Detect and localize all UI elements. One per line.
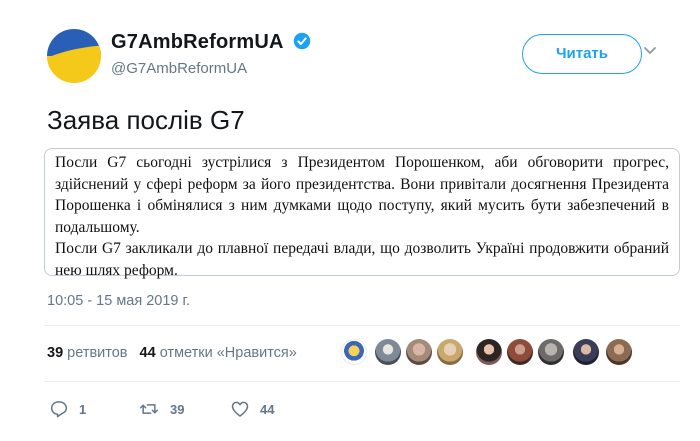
likes-label: отметки «Нравится» (159, 345, 297, 361)
divider (44, 381, 680, 382)
avatar[interactable] (507, 339, 533, 365)
retweets-stat[interactable]: 39 ретвитов (47, 345, 128, 361)
reply-action[interactable]: 1 (49, 398, 86, 420)
statement-paragraph: Посли G7 сьогодні зустрілися з Президент… (55, 154, 669, 236)
tweet-timestamp[interactable]: 10:05 - 15 мая 2019 г. (47, 293, 190, 309)
retweet-action[interactable]: 39 (138, 398, 184, 420)
tweet-header: G7AmbReformUA @G7AmbReformUA Читать (47, 29, 657, 85)
avatar[interactable] (341, 339, 367, 365)
likes-stat[interactable]: 44 отметки «Нравится» (140, 345, 297, 361)
avatar[interactable] (375, 339, 401, 365)
avatar[interactable] (406, 339, 432, 365)
statement-paragraph: Посли G7 закликали до плавної передачі в… (55, 240, 669, 279)
avatar[interactable] (573, 339, 599, 365)
statement-image: Посли G7 сьогодні зустрілися з Президент… (44, 148, 680, 279)
avatar[interactable] (606, 339, 632, 365)
follow-button[interactable]: Читать (522, 34, 642, 74)
reply-count: 1 (79, 401, 87, 417)
like-action[interactable]: 44 (230, 398, 274, 420)
account-names: G7AmbReformUA @G7AmbReformUA (111, 31, 311, 77)
account-handle[interactable]: @G7AmbReformUA (111, 60, 311, 77)
tweet-stats: 39 ретвитов 44 отметки «Нравится» (47, 345, 297, 361)
like-count: 44 (260, 401, 275, 417)
heart-icon[interactable] (230, 399, 250, 419)
likes-count: 44 (139, 345, 156, 361)
avatar[interactable] (538, 339, 564, 365)
verified-badge-icon (293, 32, 311, 50)
divider (44, 325, 680, 326)
retweet-count: 39 (170, 401, 185, 417)
chevron-down-icon[interactable] (643, 46, 657, 56)
tweet-title: Заява послів G7 (47, 105, 245, 135)
avatar[interactable] (476, 339, 502, 365)
retweets-label: ретвитов (67, 345, 128, 361)
avatar[interactable] (47, 29, 101, 83)
retweets-count: 39 (47, 345, 64, 361)
reply-icon[interactable] (49, 399, 69, 419)
avatar[interactable] (437, 339, 463, 365)
display-name[interactable]: G7AmbReformUA (111, 31, 284, 54)
retweet-icon[interactable] (138, 399, 160, 419)
